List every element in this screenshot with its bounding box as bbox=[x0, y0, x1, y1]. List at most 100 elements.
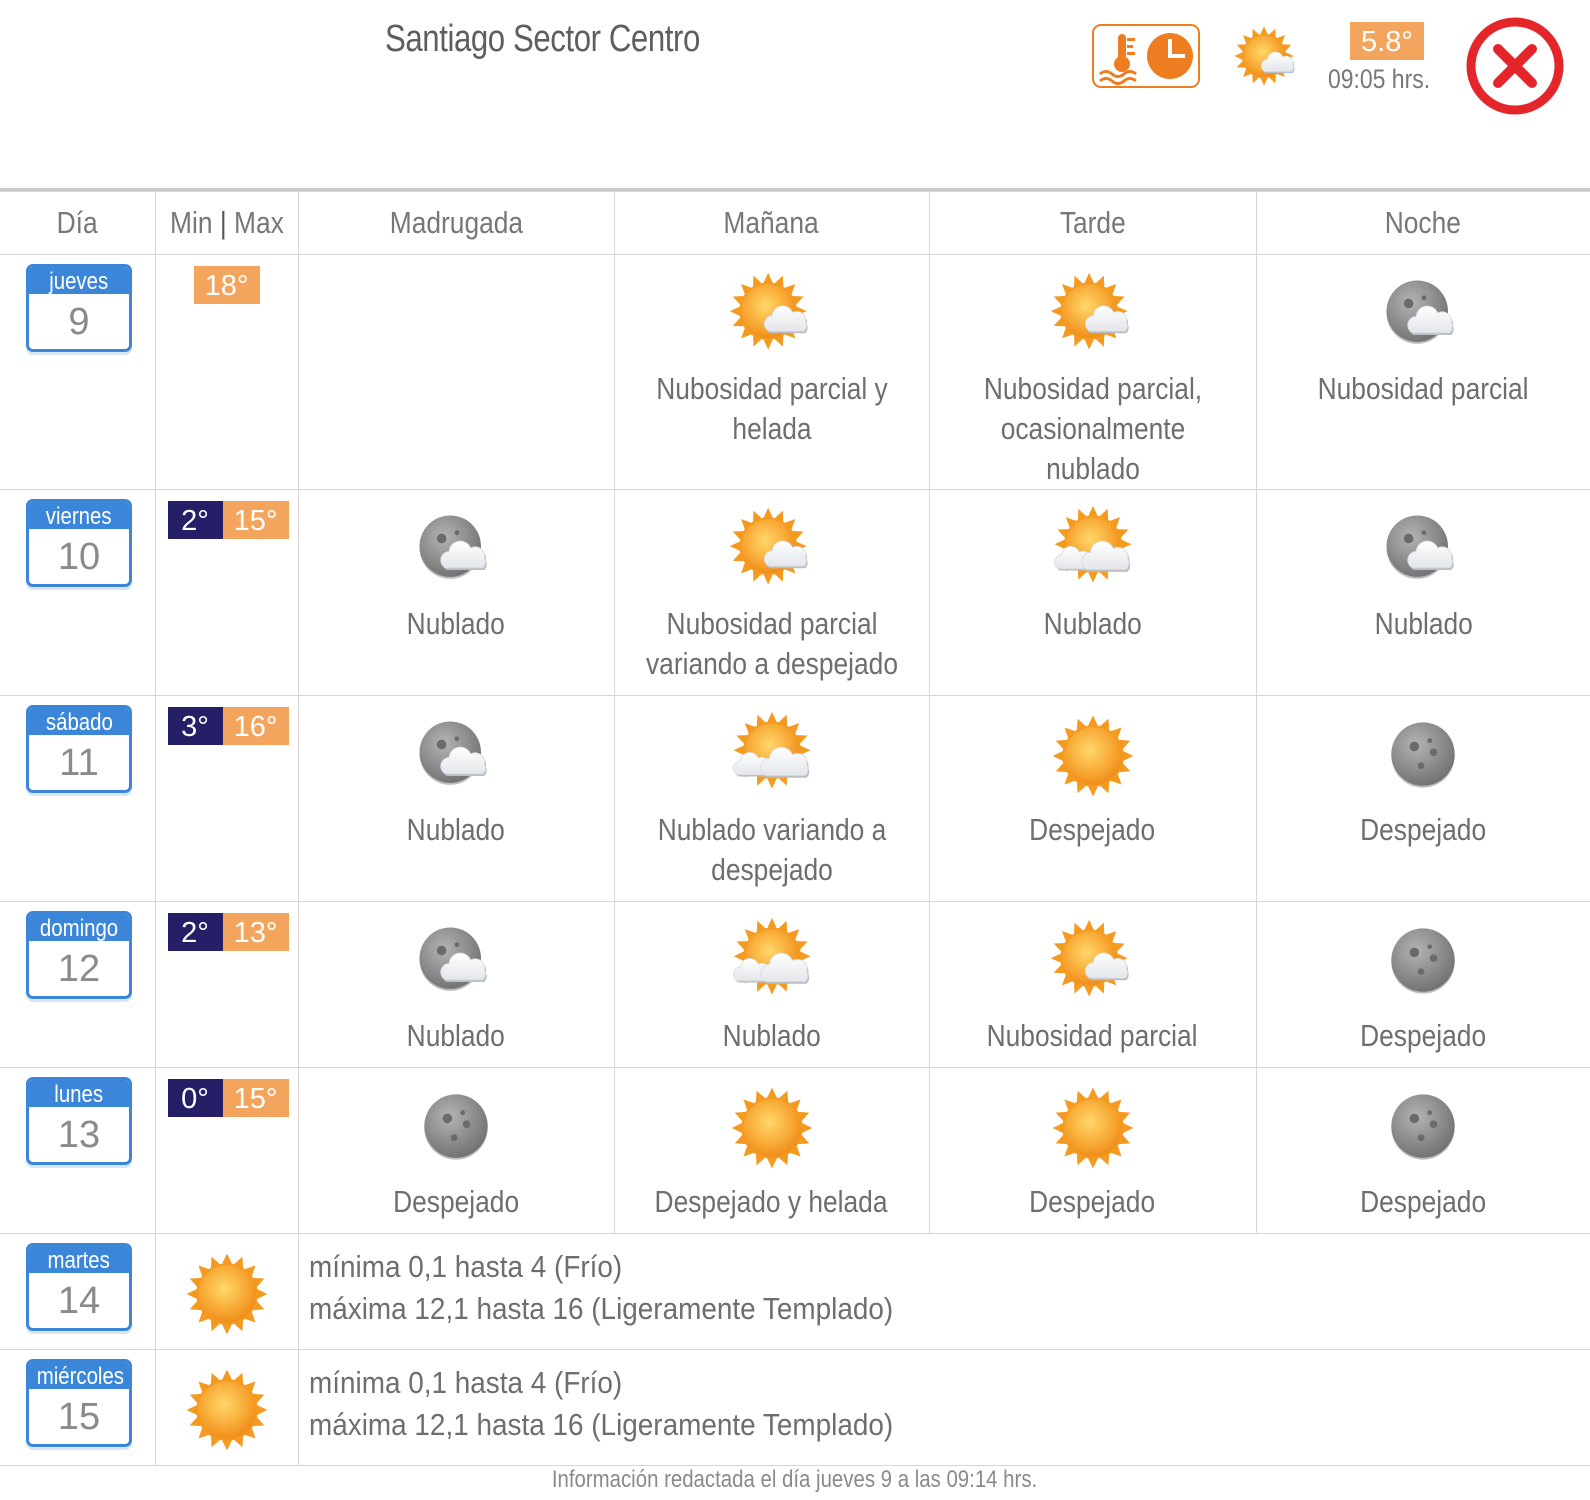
forecast-row: viernes 10 2° 15° Nublado Nubosidad parc… bbox=[0, 489, 1590, 696]
condition-text: Despejado bbox=[393, 1184, 519, 1219]
extended-row: martes 14 mínima 0,1 hasta 4 (Frío) máxi… bbox=[0, 1233, 1590, 1350]
max-temp-badge: 18° bbox=[193, 266, 260, 304]
sun-clouds-icon bbox=[615, 914, 929, 1010]
footer-note: Información redactada el día jueves 9 a … bbox=[552, 1466, 1038, 1493]
icon-cell bbox=[154, 1349, 299, 1466]
extended-text-cell: mínima 0,1 hasta 4 (Frío) máxima 12,1 ha… bbox=[297, 1233, 1590, 1350]
min-temp-badge: 3° bbox=[167, 707, 223, 745]
close-icon[interactable] bbox=[1465, 16, 1565, 116]
day-cell: jueves 9 bbox=[0, 254, 156, 490]
col-header-noche: Noche bbox=[1255, 191, 1590, 255]
minmax-cell: 0° 15° bbox=[154, 1067, 299, 1234]
period-cell-tarde: Nubosidad parcial, ocasionalmente nublad… bbox=[928, 254, 1257, 490]
period-cell-tarde: Despejado bbox=[928, 695, 1257, 902]
moon-cloud-icon bbox=[1257, 267, 1590, 363]
condition-text: Nublado bbox=[722, 1018, 821, 1053]
period-cell-manana: Nublado variando a despejado bbox=[613, 695, 930, 902]
condition-text: Nublado bbox=[406, 606, 506, 641]
col-header-tarde: Tarde bbox=[928, 191, 1257, 255]
day-cell: martes 14 bbox=[0, 1233, 156, 1350]
day-cell: sábado 11 bbox=[0, 695, 156, 902]
min-range-text: mínima 0,1 hasta 4 (Frío) bbox=[308, 1365, 622, 1400]
condition-text: Nublado bbox=[1374, 606, 1473, 641]
sun-icon bbox=[930, 1080, 1256, 1176]
period-cell-manana: Nublado bbox=[613, 901, 930, 1068]
current-weather-icon bbox=[1230, 22, 1304, 96]
period-cell-madrugada: Nublado bbox=[297, 901, 615, 1068]
max-temp-badge: 15° bbox=[222, 1079, 289, 1117]
sun-icon bbox=[615, 1080, 929, 1176]
period-cell-noche: Nubosidad parcial bbox=[1255, 254, 1590, 490]
period-cell-madrugada bbox=[297, 254, 615, 490]
day-name: sábado bbox=[45, 709, 113, 735]
sun-icon bbox=[156, 1246, 298, 1342]
period-cell-tarde: Nubosidad parcial bbox=[928, 901, 1257, 1068]
minmax-cell: 2° 13° bbox=[154, 901, 299, 1068]
period-cell-tarde: Nublado bbox=[928, 489, 1257, 696]
day-cell: domingo 12 bbox=[0, 901, 156, 1068]
calendar-day-icon: miércoles 15 bbox=[26, 1359, 132, 1447]
condition-text: Nublado bbox=[406, 812, 506, 847]
period-cell-noche: Nublado bbox=[1255, 489, 1590, 696]
condition-text: Nubosidad parcial variando a despejado bbox=[645, 606, 898, 681]
day-number: 14 bbox=[57, 1280, 101, 1322]
condition-text: Nubosidad parcial, ocasionalmente nublad… bbox=[983, 371, 1202, 486]
forecast-row: jueves 9 18° Nubosidad parcial y helada bbox=[0, 254, 1590, 490]
moon-cloud-icon bbox=[299, 914, 614, 1010]
forecast-row: lunes 13 0° 15° Despejado Despejado y he… bbox=[0, 1067, 1590, 1234]
condition-text: Despejado bbox=[1029, 1184, 1156, 1219]
day-name: martes bbox=[47, 1247, 111, 1273]
sun-cloud-icon bbox=[615, 502, 929, 598]
calendar-day-icon: jueves 9 bbox=[26, 264, 132, 352]
day-number: 15 bbox=[57, 1396, 101, 1438]
condition-text: Despejado bbox=[1360, 1018, 1487, 1053]
minmax-cell: 2° 15° bbox=[154, 489, 299, 696]
max-temp-badge: 16° bbox=[222, 707, 289, 745]
day-name: jueves bbox=[49, 268, 109, 294]
period-cell-manana: Nubosidad parcial variando a despejado bbox=[613, 489, 930, 696]
condition-text: Despejado bbox=[1029, 812, 1156, 847]
calendar-day-icon: martes 14 bbox=[26, 1243, 132, 1331]
forecast-table: Día Min | Max Madrugada Mañana Tarde Noc… bbox=[0, 191, 1590, 1466]
col-header-minmax: Min | Max bbox=[154, 191, 299, 255]
icon-cell bbox=[154, 1233, 299, 1350]
moon-cloud-icon bbox=[1257, 502, 1590, 598]
max-temp-badge: 13° bbox=[222, 913, 289, 951]
day-cell: viernes 10 bbox=[0, 489, 156, 696]
day-number: 11 bbox=[59, 742, 99, 784]
max-range-text: máxima 12,1 hasta 16 (Ligeramente Templa… bbox=[308, 1407, 893, 1442]
day-number: 10 bbox=[57, 536, 101, 578]
table-header-row: Día Min | Max Madrugada Mañana Tarde Noc… bbox=[0, 191, 1590, 255]
minmax-cell: 3° 16° bbox=[154, 695, 299, 902]
condition-text: Nubosidad parcial bbox=[1317, 371, 1529, 406]
sun-icon bbox=[930, 708, 1256, 804]
max-temp-badge: 15° bbox=[222, 501, 289, 539]
forecast-row: sábado 11 3° 16° Nublado Nublado variand… bbox=[0, 695, 1590, 902]
min-temp-badge: 2° bbox=[167, 913, 223, 951]
period-cell-madrugada: Despejado bbox=[297, 1067, 615, 1234]
day-number: 13 bbox=[57, 1114, 101, 1156]
col-header-manana: Mañana bbox=[613, 191, 930, 255]
day-name: domingo bbox=[39, 915, 119, 941]
temperature-time-icon[interactable] bbox=[1092, 24, 1200, 88]
moon-cloud-icon bbox=[299, 708, 614, 804]
sun-cloud-icon bbox=[930, 914, 1256, 1010]
day-name: lunes bbox=[54, 1081, 104, 1107]
sun-icon bbox=[156, 1362, 298, 1458]
condition-text: Nubosidad parcial y helada bbox=[655, 371, 888, 446]
sun-cloud-icon bbox=[930, 267, 1256, 363]
condition-text: Despejado y helada bbox=[655, 1184, 888, 1219]
day-cell: lunes 13 bbox=[0, 1067, 156, 1234]
period-cell-madrugada: Nublado bbox=[297, 489, 615, 696]
extended-row: miércoles 15 mínima 0,1 hasta 4 (Frío) m… bbox=[0, 1349, 1590, 1466]
extended-text-cell: mínima 0,1 hasta 4 (Frío) máxima 12,1 ha… bbox=[297, 1349, 1590, 1466]
period-cell-noche: Despejado bbox=[1255, 1067, 1590, 1234]
col-header-day: Día bbox=[0, 191, 156, 255]
condition-text: Nubosidad parcial bbox=[987, 1018, 1198, 1053]
period-cell-noche: Despejado bbox=[1255, 695, 1590, 902]
moon-icon bbox=[299, 1080, 614, 1176]
day-name: viernes bbox=[46, 503, 112, 529]
sun-clouds-icon bbox=[930, 502, 1256, 598]
header: Santiago Sector Centro 5.8° 09:05 hrs. bbox=[0, 0, 1590, 190]
condition-text: Nublado bbox=[1043, 606, 1142, 641]
